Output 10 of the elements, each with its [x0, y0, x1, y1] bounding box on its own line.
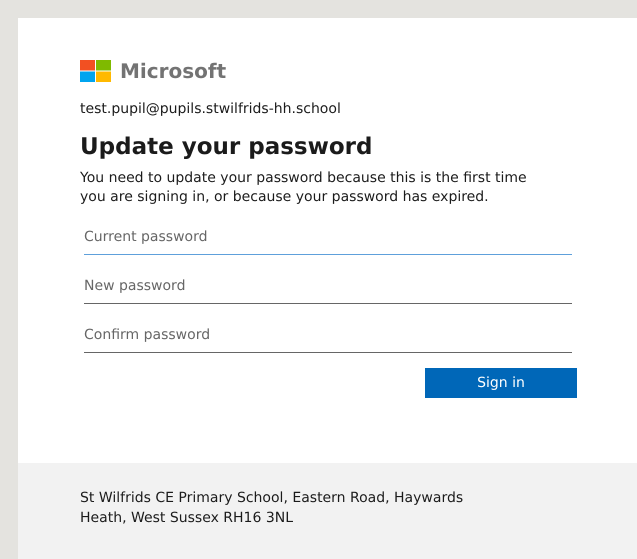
account-email: test.pupil@pupils.stwilfrids-hh.school	[80, 100, 342, 119]
brand-name: Microsoft	[120, 61, 226, 81]
page-title: Update your password	[80, 133, 374, 161]
password-field[interactable]: Current password	[84, 219, 572, 255]
password-field[interactable]: Confirm password	[84, 317, 572, 353]
instruction-text: You need to update your password because this is the first time you are signing in, or because your password has expired.	[80, 169, 528, 207]
footer-address: St Wilfrids CE Primary School, Eastern Road, Haywards Heath, West Sussex RH16 3NL	[80, 489, 464, 528]
logo-icon	[80, 60, 112, 82]
password-field[interactable]: New password	[84, 268, 572, 304]
sign-in-button[interactable]: Sign in	[425, 368, 577, 398]
